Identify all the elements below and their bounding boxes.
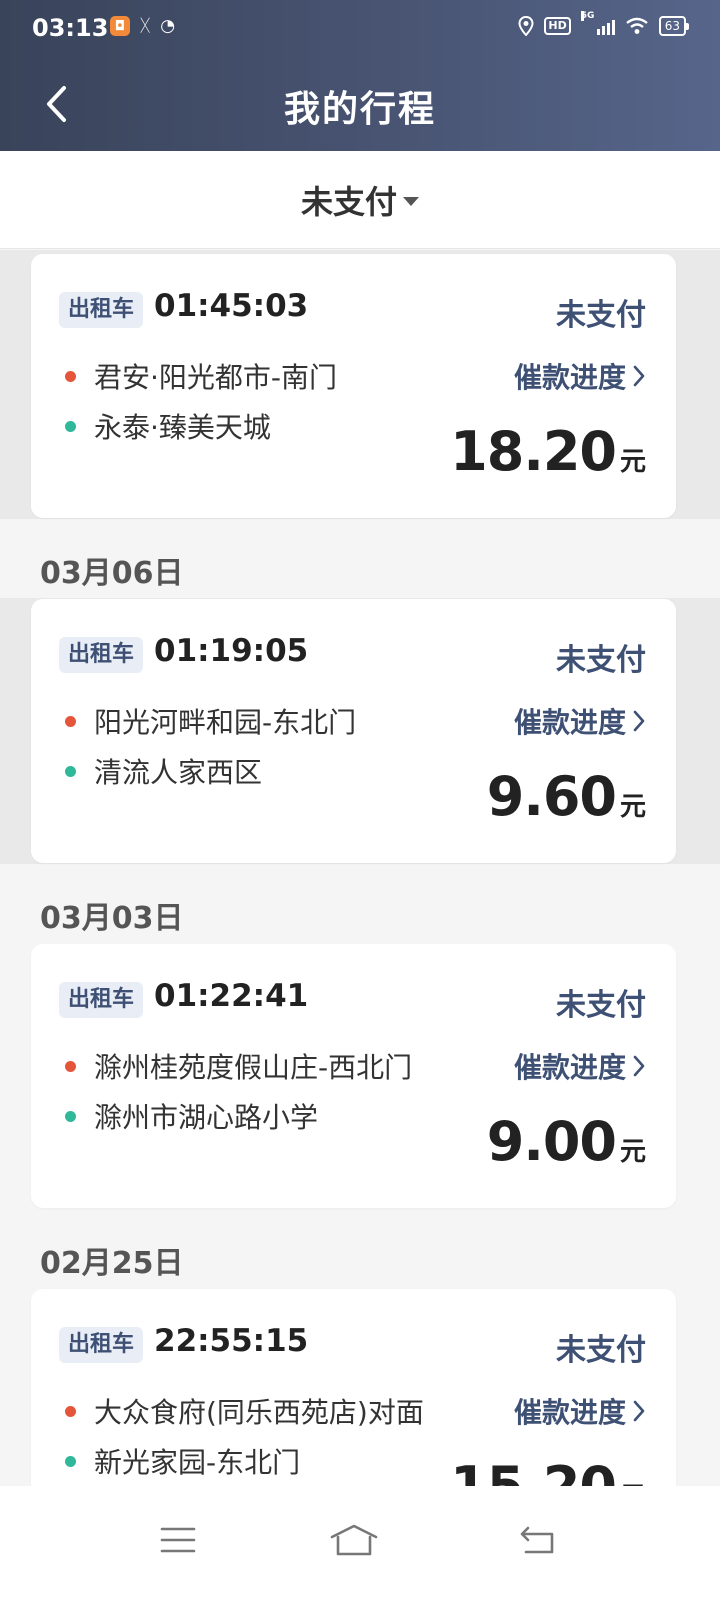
hd-badge: HD: [544, 17, 571, 35]
date-header: 03月03日: [40, 901, 184, 936]
trip-type-tag: 出租车: [59, 982, 144, 1018]
alipay-icon: ᚷ: [140, 16, 151, 36]
page-title: 我的行程: [283, 89, 436, 130]
collection-progress-label: 催款进度: [513, 361, 626, 394]
fare-value: 15.20: [450, 1455, 617, 1486]
dropoff-text: 清流人家西区: [94, 756, 263, 789]
status-right-icons: HD 5G 63: [518, 11, 690, 36]
chevron-right-icon: [632, 1054, 646, 1078]
trip-card[interactable]: 出租车 01:45:03 未支付 君安·阳光都市-南门 永泰·臻美天城 催款进度…: [31, 254, 676, 518]
status-time: 03:13: [32, 14, 109, 42]
trip-type-tag: 出租车: [59, 1327, 144, 1363]
network-type: 5G: [580, 11, 595, 21]
trip-list[interactable]: 03月06日 03月03日 02月25日 出租车 01:45:03 未支付 君安…: [0, 250, 720, 1486]
end-dot-icon: [65, 765, 76, 777]
trip-time: 01:45:03: [154, 288, 309, 324]
fare-unit: 元: [619, 792, 646, 822]
pickup-location: 阳光河畔和园-东北门: [65, 701, 356, 741]
pickup-location: 滁州桂苑度假山庄-西北门: [65, 1046, 412, 1086]
back-icon: [520, 1526, 554, 1554]
battery-icon: 63: [658, 16, 690, 36]
menu-button[interactable]: [148, 1510, 208, 1570]
dropoff-text: 永泰·臻美天城: [94, 411, 271, 444]
collection-progress-label: 催款进度: [513, 706, 626, 739]
trip-card[interactable]: 出租车 22:55:15 未支付 大众食府(同乐西苑店)对面 新光家园-东北门 …: [31, 1289, 676, 1486]
clock-icon: ◔: [160, 16, 176, 36]
pickup-text: 君安·阳光都市-南门: [94, 361, 338, 394]
chevron-right-icon: [632, 709, 646, 733]
fare-unit: 元: [619, 1137, 646, 1167]
payment-status: 未支付: [556, 1333, 646, 1368]
pickup-text: 大众食府(同乐西苑店)对面: [94, 1396, 424, 1429]
collection-progress-link[interactable]: 催款进度: [514, 356, 646, 396]
trip-type-tag: 出租车: [59, 637, 144, 673]
payment-status: 未支付: [556, 298, 646, 333]
fare-unit: 元: [619, 447, 646, 477]
trip-time: 01:22:41: [154, 978, 309, 1014]
pickup-text: 滁州桂苑度假山庄-西北门: [94, 1051, 413, 1084]
payment-status: 未支付: [556, 988, 646, 1023]
collection-progress-link[interactable]: 催款进度: [514, 701, 646, 741]
dropoff-text: 新光家园-东北门: [94, 1446, 301, 1479]
pickup-text: 阳光河畔和园-东北门: [94, 706, 357, 739]
pickup-location: 大众食府(同乐西苑店)对面: [65, 1391, 424, 1431]
system-nav-bar: [0, 1486, 720, 1600]
start-dot-icon: [65, 370, 76, 382]
fare-value: 9.60: [486, 765, 617, 828]
date-header: 03月06日: [40, 556, 184, 591]
trip-card[interactable]: 出租车 01:22:41 未支付 滁州桂苑度假山庄-西北门 滁州市湖心路小学 催…: [31, 944, 676, 1208]
caret-down-icon: [403, 197, 419, 206]
trip-time: 01:19:05: [154, 633, 309, 669]
collection-progress-label: 催款进度: [513, 1051, 626, 1084]
date-header: 02月25日: [40, 1246, 184, 1281]
fare-unit: 元: [620, 1476, 646, 1486]
pickup-location: 君安·阳光都市-南门: [65, 356, 337, 396]
end-dot-icon: [65, 1110, 76, 1122]
end-dot-icon: [65, 1455, 76, 1467]
fare-amount: 9.60 元: [487, 765, 646, 828]
collection-progress-label: 催款进度: [513, 1396, 626, 1429]
chevron-right-icon: [632, 364, 646, 388]
menu-icon: [160, 1527, 196, 1553]
location-icon: [518, 16, 534, 36]
fare-value: 9.00: [486, 1110, 617, 1173]
home-icon: [330, 1524, 378, 1556]
fare-amount: 15.20 元: [450, 1455, 646, 1486]
notification-icons: ◘ ᚷ ◔: [110, 16, 175, 36]
fare-value: 18.20: [450, 420, 617, 483]
payment-status: 未支付: [556, 643, 646, 678]
dropoff-location: 滁州市湖心路小学: [65, 1096, 318, 1136]
start-dot-icon: [65, 715, 76, 727]
status-filter-dropdown[interactable]: 未支付: [0, 151, 720, 249]
dropoff-location: 永泰·臻美天城: [65, 406, 271, 446]
collection-progress-link[interactable]: 催款进度: [514, 1391, 646, 1431]
start-dot-icon: [65, 1405, 76, 1417]
app-header: 03:13 ◘ ᚷ ◔ HD 5G 63 我的行程: [0, 0, 720, 151]
trip-time: 22:55:15: [154, 1323, 309, 1359]
filter-label: 未支付: [300, 182, 397, 221]
wifi-icon: [625, 17, 648, 34]
start-dot-icon: [65, 1060, 76, 1072]
dropoff-location: 新光家园-东北门: [65, 1441, 300, 1481]
signal-icon: 5G: [580, 11, 615, 35]
app-badge-icon: ◘: [110, 16, 130, 36]
home-button[interactable]: [324, 1510, 384, 1570]
dropoff-location: 清流人家西区: [65, 751, 262, 791]
fare-amount: 18.20 元: [450, 420, 646, 483]
back-nav-button[interactable]: [508, 1510, 568, 1570]
status-bar: 03:13 ◘ ᚷ ◔ HD 5G 63: [0, 0, 720, 56]
chevron-right-icon: [632, 1399, 646, 1423]
dropoff-text: 滁州市湖心路小学: [94, 1101, 319, 1134]
end-dot-icon: [65, 420, 76, 432]
trip-type-tag: 出租车: [59, 292, 144, 328]
fare-amount: 9.00 元: [487, 1110, 646, 1173]
collection-progress-link[interactable]: 催款进度: [514, 1046, 646, 1086]
trip-card[interactable]: 出租车 01:19:05 未支付 阳光河畔和园-东北门 清流人家西区 催款进度 …: [31, 599, 676, 863]
